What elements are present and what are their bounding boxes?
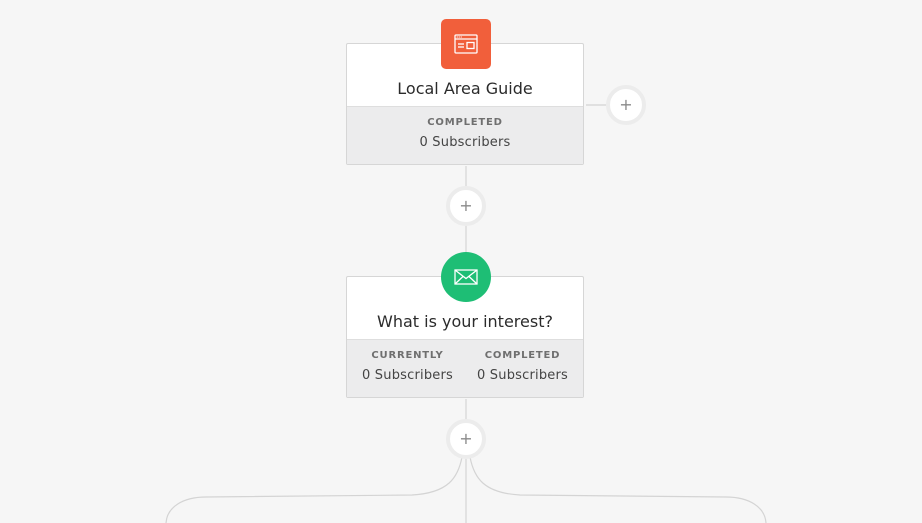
stat-label: COMPLETED [484,350,561,361]
stat-value: 0 Subscribers [477,368,568,383]
stat-currently: CURRENTLY 0 Subscribers [350,340,465,397]
add-branch-button[interactable]: + [606,85,646,125]
browser-window-icon [454,34,478,54]
step-stats: CURRENTLY 0 Subscribers COMPLETED 0 Subs… [347,339,583,397]
stat-label: CURRENTLY [371,350,444,361]
plus-icon: + [459,196,473,215]
stat-value: 0 Subscribers [419,135,511,150]
add-step-button[interactable]: + [446,419,486,459]
plus-icon: + [619,95,633,114]
envelope-icon [454,269,478,285]
plus-icon: + [459,429,473,448]
branch-line-right [469,456,767,523]
step-badge-email [441,252,491,302]
add-step-button[interactable]: + [446,186,486,226]
stat-value: 0 Subscribers [362,368,453,383]
branch-line-left [165,456,463,523]
stat-completed: COMPLETED 0 Subscribers [408,107,523,164]
stat-completed: COMPLETED 0 Subscribers [465,340,580,397]
step-stats: COMPLETED 0 Subscribers [347,106,583,164]
automation-canvas: Local Area Guide COMPLETED 0 Subscribers… [0,0,922,523]
stat-label: COMPLETED [427,117,503,128]
step-badge-form [441,19,491,69]
